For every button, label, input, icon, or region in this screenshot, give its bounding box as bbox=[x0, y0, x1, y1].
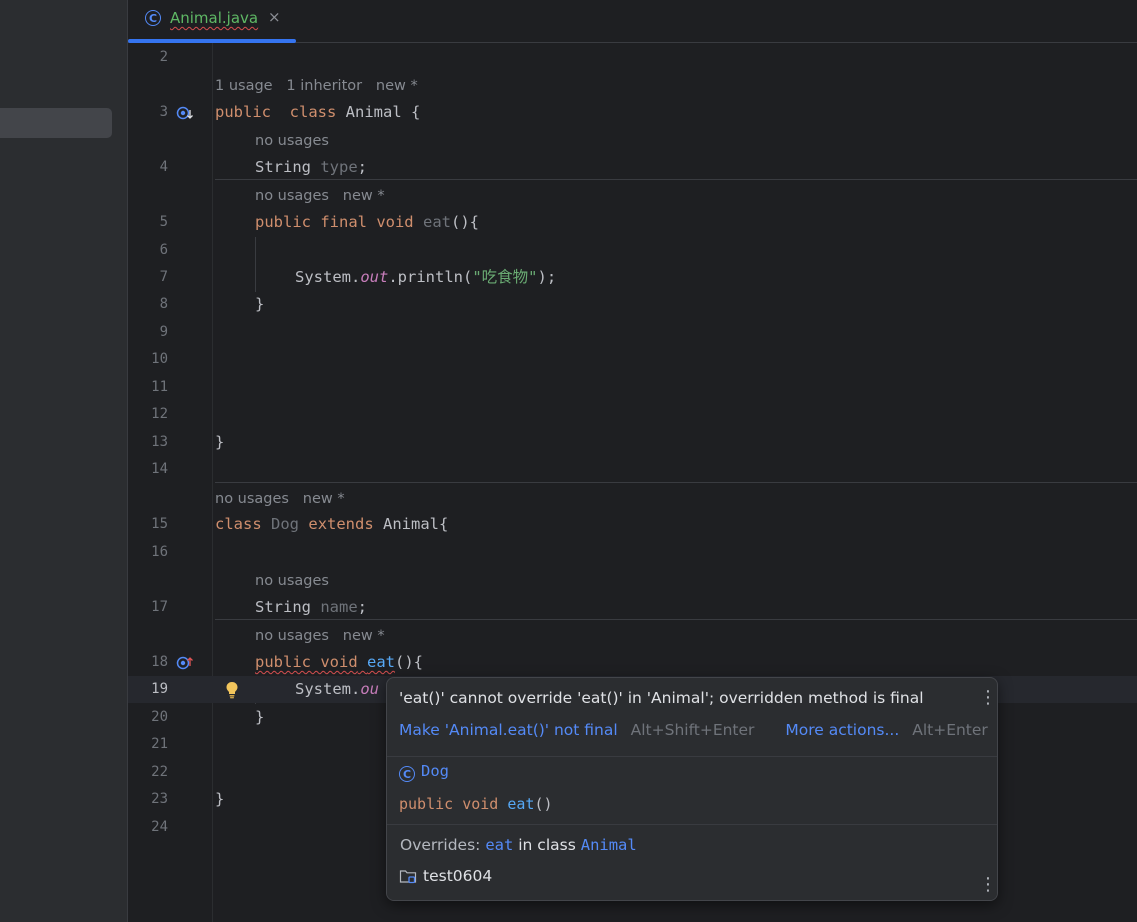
line-number: 23 bbox=[151, 791, 168, 807]
code-line: 7 System.out.println("吃食物"); bbox=[128, 264, 1137, 291]
line-number: 9 bbox=[159, 324, 168, 340]
line-number: 10 bbox=[151, 351, 168, 367]
inlay-hint[interactable]: no usages new * bbox=[255, 624, 385, 648]
implemented-down-icon[interactable] bbox=[176, 105, 194, 121]
code-line: 9 bbox=[128, 319, 1137, 346]
line-number: 24 bbox=[151, 819, 168, 835]
line-number: 19 bbox=[151, 681, 168, 697]
inlay-hint[interactable]: no usages bbox=[255, 129, 329, 153]
line-number: 4 bbox=[159, 159, 168, 175]
code-line: 16 bbox=[128, 539, 1137, 566]
more-actions-link[interactable]: More actions... bbox=[785, 721, 899, 739]
doc-class-name[interactable]: C Dog bbox=[399, 762, 449, 782]
line-number: 21 bbox=[151, 736, 168, 752]
code-text: } bbox=[215, 433, 225, 451]
line-number: 11 bbox=[151, 379, 168, 395]
module-info: test0604 bbox=[399, 867, 492, 885]
code-text: } bbox=[215, 790, 225, 808]
error-popup: 'eat()' cannot override 'eat()' in 'Anim… bbox=[386, 677, 998, 901]
error-message: 'eat()' cannot override 'eat()' in 'Anim… bbox=[399, 689, 924, 707]
code-line: 6 bbox=[128, 237, 1137, 264]
code-line: 12 bbox=[128, 401, 1137, 428]
code-line: 4 String type; bbox=[128, 154, 1137, 181]
line-number: 20 bbox=[151, 709, 168, 725]
code-text: public final void eat(){ bbox=[255, 213, 479, 231]
line-number: 12 bbox=[151, 406, 168, 422]
inlay-hint[interactable]: no usages bbox=[255, 569, 329, 593]
doc-signature: public void eat() bbox=[399, 795, 553, 813]
line-number: 8 bbox=[159, 296, 168, 312]
divider bbox=[387, 824, 997, 825]
code-text: String name; bbox=[255, 598, 368, 616]
shortcut-label: Alt+Shift+Enter bbox=[630, 721, 755, 739]
code-line: 15 class Dog extends Animal{ bbox=[128, 511, 1137, 538]
class-icon: C bbox=[145, 10, 161, 26]
line-number: 13 bbox=[151, 434, 168, 450]
line-number: 16 bbox=[151, 544, 168, 560]
inlay-hint[interactable]: 1 usage 1 inheritor new * bbox=[215, 74, 418, 98]
tab-title[interactable]: Animal.java bbox=[170, 9, 258, 27]
make-not-final-link[interactable]: Make 'Animal.eat()' not final bbox=[399, 721, 618, 739]
line-number: 6 bbox=[159, 242, 168, 258]
code-text: System.out.println("吃食物"); bbox=[295, 268, 557, 286]
shortcut-label: Alt+Enter bbox=[912, 721, 988, 739]
inlay-hint[interactable]: no usages new * bbox=[215, 487, 345, 511]
code-line: 11 bbox=[128, 374, 1137, 401]
overrides-up-icon[interactable] bbox=[176, 655, 194, 671]
code-text: System.ou bbox=[295, 680, 379, 698]
popup-options-icon[interactable]: ⋮ bbox=[979, 689, 997, 707]
code-text: String type; bbox=[255, 158, 368, 176]
overrides-class-link[interactable]: Animal bbox=[581, 836, 637, 854]
close-icon[interactable]: × bbox=[268, 8, 281, 26]
line-number: 18 bbox=[151, 654, 168, 670]
lightbulb-icon[interactable] bbox=[225, 681, 239, 699]
code-text: public class Animal { bbox=[215, 103, 421, 121]
sidebar-selected-item[interactable] bbox=[0, 108, 112, 138]
code-line: 3 public class Animal { bbox=[128, 99, 1137, 126]
overrides-info: Overrides: eat in class Animal bbox=[400, 836, 637, 854]
line-number: 17 bbox=[151, 599, 168, 615]
code-text: public void eat(){ bbox=[255, 653, 423, 671]
line-number: 2 bbox=[159, 49, 168, 65]
code-line: 14 bbox=[128, 456, 1137, 483]
code-text: class Dog extends Animal{ bbox=[215, 515, 449, 533]
line-number: 7 bbox=[159, 269, 168, 285]
code-line: 13 } bbox=[128, 429, 1137, 456]
code-line: 17 String name; bbox=[128, 594, 1137, 621]
code-text: } bbox=[255, 295, 265, 313]
code-line: 18 public void eat(){ bbox=[128, 649, 1137, 676]
quick-fix-actions: Make 'Animal.eat()' not final Alt+Shift+… bbox=[399, 721, 988, 739]
overrides-method-link[interactable]: eat bbox=[485, 836, 513, 854]
project-sidebar bbox=[0, 0, 128, 922]
class-icon: C bbox=[399, 766, 415, 782]
code-line: 5 public final void eat(){ bbox=[128, 209, 1137, 236]
line-number: 5 bbox=[159, 214, 168, 230]
module-folder-icon bbox=[399, 870, 417, 884]
tab-animal-java[interactable]: C Animal.java × bbox=[128, 0, 296, 43]
line-number: 3 bbox=[159, 104, 168, 120]
code-text: } bbox=[255, 708, 265, 726]
code-line: 8 } bbox=[128, 291, 1137, 318]
line-number: 14 bbox=[151, 461, 168, 477]
code-line: 2 bbox=[128, 44, 1137, 71]
line-number: 15 bbox=[151, 516, 168, 532]
inlay-hint[interactable]: no usages new * bbox=[255, 184, 385, 208]
line-number: 22 bbox=[151, 764, 168, 780]
code-line: 10 bbox=[128, 346, 1137, 373]
popup-more-icon[interactable]: ⋮ bbox=[979, 876, 997, 894]
editor-tab-bar: C Animal.java × bbox=[128, 0, 1137, 43]
